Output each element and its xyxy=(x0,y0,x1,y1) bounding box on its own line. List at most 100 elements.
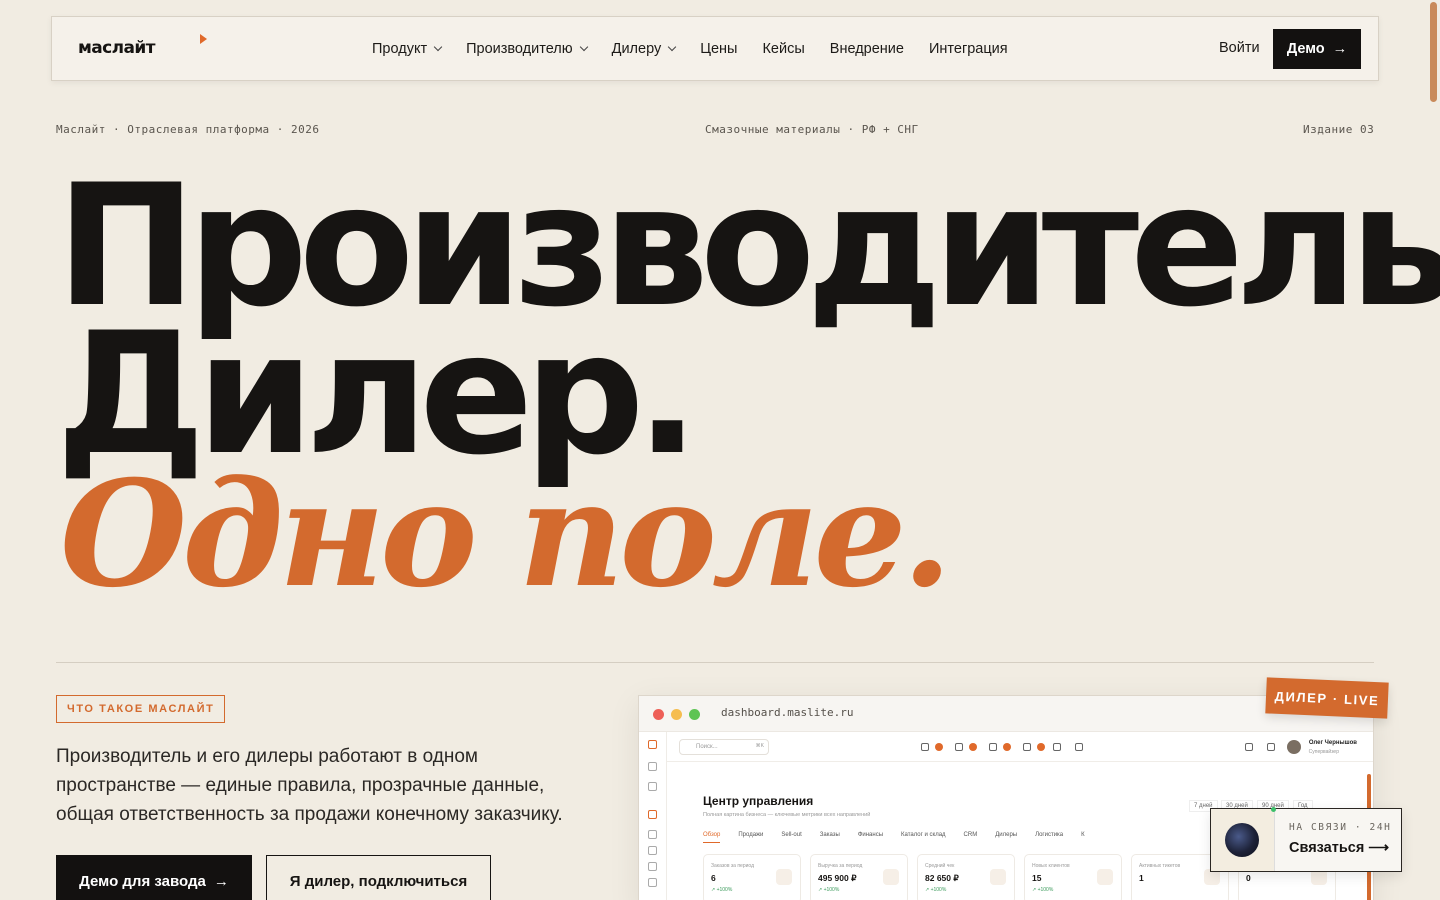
tab-sellout[interactable]: Sell-out xyxy=(781,832,801,843)
avatar[interactable] xyxy=(1287,740,1301,754)
tab-dealers[interactable]: Дилеры xyxy=(995,832,1017,843)
tasks-icon[interactable] xyxy=(955,743,963,751)
meta-center: Смазочные материалы · РФ + СНГ xyxy=(705,123,919,136)
kpi-delta: ↗ +100% xyxy=(1032,887,1054,893)
browser-bar: dashboard.maslite.ru xyxy=(639,696,1373,732)
search-shortcut: ⌘K xyxy=(755,743,764,749)
menu-item-cases[interactable]: Кейсы xyxy=(762,41,804,57)
cart-badge xyxy=(935,743,943,751)
menu-label: Производителю xyxy=(466,40,573,57)
mail-icon[interactable] xyxy=(1075,743,1083,751)
kpi-card-new-clients[interactable]: Новых клиентов 15 ↗ +100% xyxy=(1024,854,1122,900)
menu-item-integration[interactable]: Интеграция xyxy=(929,41,1008,57)
kpi-label: Новых клиентов xyxy=(1032,863,1070,869)
chevron-down-icon xyxy=(433,42,443,51)
browser-url: dashboard.maslite.ru xyxy=(721,706,854,719)
kpi-card-avg-check[interactable]: Средний чек 82 650 ₽ ↗ +100% xyxy=(917,854,1015,900)
dashboard-tabs: Обзор Продажи Sell-out Заказы Финансы Ка… xyxy=(703,832,1103,843)
globe-icon[interactable] xyxy=(1023,743,1031,751)
kpi-value: 0 xyxy=(1246,873,1251,883)
cart-icon xyxy=(776,869,792,885)
bell-icon[interactable] xyxy=(1245,743,1253,751)
menu-label: Внедрение xyxy=(829,40,904,57)
scrollbar-thumb[interactable] xyxy=(1430,2,1437,102)
contact-image xyxy=(1211,809,1275,871)
sidebar-logo-icon xyxy=(648,740,657,749)
menu-label: Кейсы xyxy=(762,40,805,57)
cart-icon[interactable] xyxy=(921,743,929,751)
contact-label: НА СВЯЗИ · 24Н xyxy=(1289,822,1392,833)
tasks-badge xyxy=(969,743,977,751)
menu-item-product[interactable]: Продукт xyxy=(372,40,443,57)
tab-more[interactable]: К xyxy=(1081,832,1085,843)
settings-icon[interactable] xyxy=(1267,743,1275,751)
kpi-card-orders[interactable]: Заказов за период 6 ↗ +100% xyxy=(703,854,801,900)
dashboard-subtitle: Полная картина бизнеса — ключевые метрик… xyxy=(703,812,871,818)
tab-catalog[interactable]: Каталог и склад xyxy=(901,832,946,843)
menu-item-implementation[interactable]: Внедрение xyxy=(830,41,904,57)
close-dot-icon xyxy=(653,709,664,720)
contact-widget[interactable]: НА СВЯЗИ · 24Н Связаться ⟶ xyxy=(1210,807,1402,872)
kpi-label: Активных тикетов xyxy=(1139,863,1181,869)
online-status-icon xyxy=(1271,807,1276,812)
menu-item-manufacturer[interactable]: Производителю xyxy=(466,40,588,57)
about-description: Производитель и его дилеры работают в од… xyxy=(56,746,563,825)
demo-button-label: Демо xyxy=(1286,41,1325,57)
arrow-right-icon: → xyxy=(1332,41,1348,57)
tab-sales[interactable]: Продажи xyxy=(738,832,763,843)
login-link[interactable]: Войти xyxy=(1219,40,1260,56)
kpi-card-revenue[interactable]: Выручка за период 495 900 ₽ ↗ +100% xyxy=(810,854,908,900)
chevron-down-icon xyxy=(579,42,588,51)
minimize-dot-icon xyxy=(671,709,682,720)
demo-button[interactable]: Демо → xyxy=(1273,29,1361,69)
inbox-icon[interactable] xyxy=(648,782,657,791)
dollar-icon xyxy=(883,869,899,885)
user-add-icon[interactable] xyxy=(1053,743,1061,751)
printer-icon[interactable] xyxy=(648,846,657,855)
menu-label: Продукт xyxy=(372,40,428,57)
tab-orders[interactable]: Заказы xyxy=(820,832,840,843)
kpi-value: 495 900 ₽ xyxy=(818,873,857,883)
kpi-label: Заказов за период xyxy=(711,863,754,869)
menu-label: Цены xyxy=(700,40,738,57)
users-icon[interactable] xyxy=(648,830,657,839)
menu-item-dealer[interactable]: Дилеру xyxy=(611,40,677,57)
tab-logistics[interactable]: Логистика xyxy=(1035,832,1063,843)
chart-icon xyxy=(990,869,1006,885)
search-placeholder: Поиск... xyxy=(696,744,718,750)
tab-overview[interactable]: Обзор xyxy=(703,832,721,843)
maximize-dot-icon xyxy=(689,709,700,720)
users-icon xyxy=(1097,869,1113,885)
kpi-value: 15 xyxy=(1032,873,1042,883)
dealer-connect-button[interactable]: Я дилер, подключиться xyxy=(266,855,491,900)
grid-icon[interactable] xyxy=(648,762,657,771)
meta-left: Маслайт · Отраслевая платформа · 2026 xyxy=(56,123,320,136)
box-icon[interactable] xyxy=(648,862,657,871)
dealer-live-badge: ДИЛЕР · LIVE xyxy=(1265,677,1389,719)
tab-crm[interactable]: CRM xyxy=(964,832,978,843)
page-scrollbar[interactable] xyxy=(1428,0,1440,900)
kpi-delta: ↗ +100% xyxy=(925,887,947,893)
contact-action[interactable]: Связаться ⟶ xyxy=(1289,840,1389,856)
kpi-value: 1 xyxy=(1139,873,1144,883)
menu-item-prices[interactable]: Цены xyxy=(700,41,737,57)
network-icon[interactable] xyxy=(648,878,657,887)
headset-icon[interactable] xyxy=(989,743,997,751)
logo[interactable]: маслайт xyxy=(78,38,156,58)
top-navigation: маслайт Продукт Производителю Дилеру Цен… xyxy=(51,16,1379,81)
main-menu: Продукт Производителю Дилеру Цены Кейсы … xyxy=(372,17,1033,80)
document-icon[interactable] xyxy=(648,810,657,819)
menu-label: Дилеру xyxy=(611,40,662,57)
meta-right: Издание 03 xyxy=(1303,123,1375,136)
chevron-down-icon xyxy=(668,42,677,51)
kpi-value: 82 650 ₽ xyxy=(925,873,959,883)
dashboard-topbar: Поиск... ⌘K Олег Чернышов Супервайзер xyxy=(667,732,1373,762)
demo-factory-button[interactable]: Демо для завода → xyxy=(56,855,252,900)
dashboard-search[interactable]: Поиск... ⌘K xyxy=(679,739,769,755)
hero-line-one-field: Одно поле. xyxy=(60,449,952,620)
logo-mark-icon xyxy=(200,34,207,44)
kpi-value: 6 xyxy=(711,873,716,883)
tab-finance[interactable]: Финансы xyxy=(858,832,883,843)
contact-blob-icon xyxy=(1225,823,1259,857)
kpi-label: Средний чек xyxy=(925,863,955,869)
